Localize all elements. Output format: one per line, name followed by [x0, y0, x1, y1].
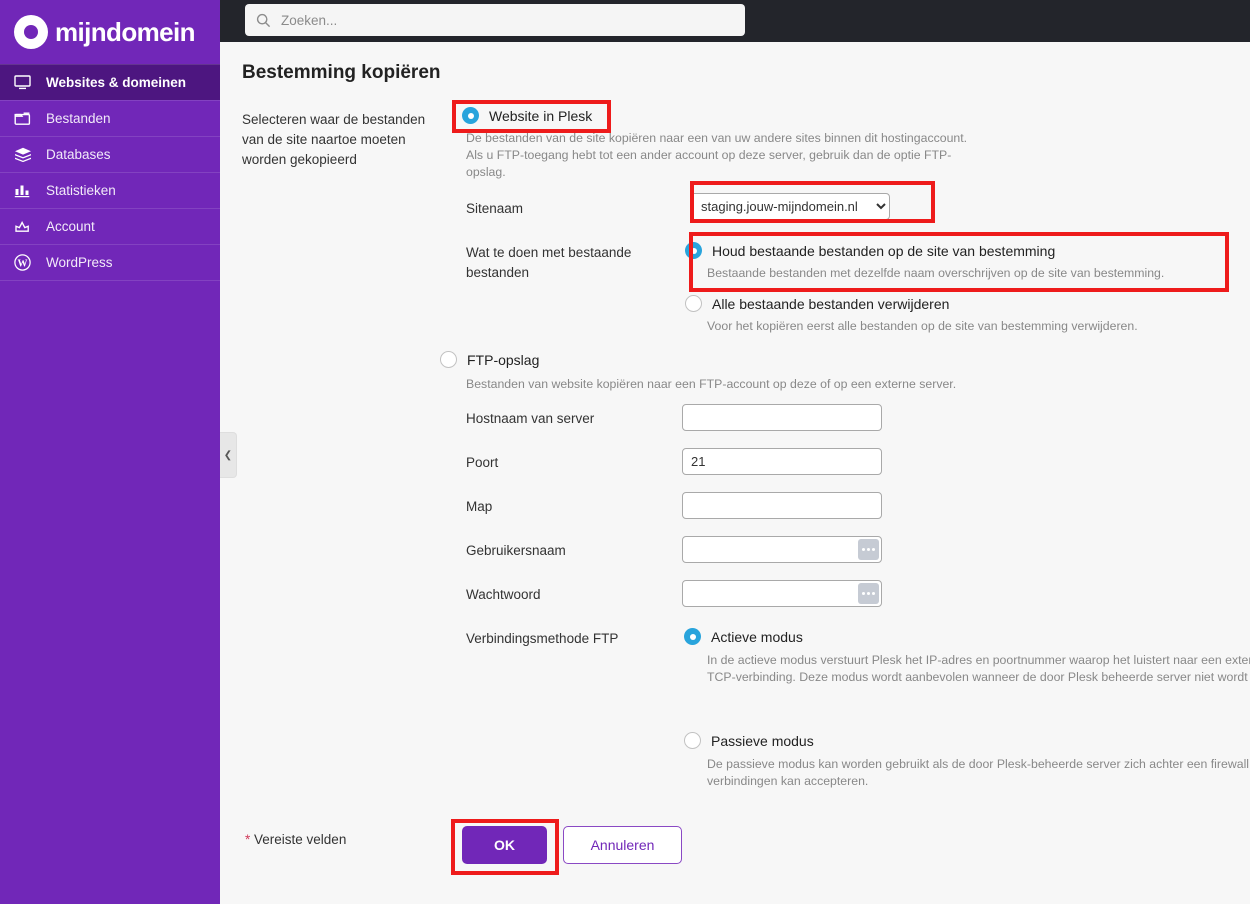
top-bar [220, 0, 1250, 42]
ok-button[interactable]: OK [462, 826, 547, 864]
sitename-label: Sitenaam [466, 199, 523, 219]
sidebar-item-wordpress[interactable]: W WordPress [0, 244, 220, 280]
required-fields-label: Vereiste velden [250, 832, 346, 847]
sidebar-item-account[interactable]: Account [0, 208, 220, 244]
bar-chart-icon [14, 182, 36, 200]
sidebar-collapse-handle[interactable]: ❮ [220, 432, 237, 478]
ftp-port-label: Poort [466, 453, 498, 473]
ftp-username-label: Gebruikersnaam [466, 541, 566, 561]
sidebar-item-label: Databases [46, 147, 111, 162]
ftp-active-mode-help: In de actieve modus verstuurt Plesk het … [707, 652, 1250, 686]
ftp-passive-mode-radio[interactable] [684, 732, 701, 749]
sidebar-divider [0, 280, 220, 281]
keep-existing-files-label: Houd bestaande bestanden op de site van … [712, 243, 1055, 259]
sidebar-item-bestanden[interactable]: Bestanden [0, 100, 220, 136]
website-in-plesk-label: Website in Plesk [489, 108, 592, 124]
main-content: Bestemming kopiëren Selecteren waar de b… [220, 42, 1250, 904]
ftp-port-input[interactable] [682, 448, 882, 475]
sidebar-item-label: Statistieken [46, 183, 116, 198]
ftp-passive-mode-option[interactable]: Passieve modus [684, 732, 814, 749]
required-fields-note: * Vereiste velden [245, 832, 346, 847]
cancel-button[interactable]: Annuleren [563, 826, 682, 864]
search-input[interactable] [279, 12, 709, 29]
ftp-active-mode-option[interactable]: Actieve modus [684, 628, 803, 645]
sidebar-item-websites-domeinen[interactable]: Websites & domeinen [0, 64, 220, 100]
sidebar-item-label: Account [46, 219, 95, 234]
ftp-host-input[interactable] [682, 404, 882, 431]
sidebar-item-label: WordPress [46, 255, 113, 270]
ftp-storage-label: FTP-opslag [467, 352, 539, 368]
ftp-password-autofill-button[interactable] [858, 583, 879, 604]
ftp-active-mode-radio[interactable] [684, 628, 701, 645]
delete-existing-files-radio[interactable] [685, 295, 702, 312]
ftp-storage-help: Bestanden van website kopiëren naar een … [466, 376, 1226, 393]
ftp-folder-label: Map [466, 497, 492, 517]
delete-existing-files-label: Alle bestaande bestanden verwijderen [712, 296, 949, 312]
ftp-folder-input[interactable] [682, 492, 882, 519]
ftp-storage-radio[interactable] [440, 351, 457, 368]
delete-existing-files-option[interactable]: Alle bestaande bestanden verwijderen [685, 295, 949, 312]
chevron-left-icon: ❮ [224, 450, 232, 461]
ftp-password-input[interactable] [682, 580, 882, 607]
wordpress-icon: W [14, 254, 36, 272]
ftp-passive-mode-help: De passieve modus kan worden gebruikt al… [707, 756, 1250, 790]
search-icon [256, 13, 271, 28]
sitename-select[interactable]: staging.jouw-mijndomein.nl [690, 193, 890, 220]
existing-files-label: Wat te doen met bestaande bestanden [466, 243, 666, 283]
monitor-icon [14, 74, 36, 92]
sidebar: mijndomein Websites & domeinen Bestanden [0, 0, 220, 904]
ftp-password-label: Wachtwoord [466, 585, 541, 605]
destination-intro-label: Selecteren waar de bestanden van de site… [242, 110, 447, 170]
crown-icon [14, 218, 36, 236]
ftp-passive-mode-label: Passieve modus [711, 733, 814, 749]
sidebar-item-statistieken[interactable]: Statistieken [0, 172, 220, 208]
brand-logo[interactable]: mijndomein [0, 0, 220, 64]
folder-icon [14, 110, 36, 128]
ftp-active-mode-label: Actieve modus [711, 629, 803, 645]
website-in-plesk-option[interactable]: Website in Plesk [462, 107, 592, 124]
sidebar-item-label: Websites & domeinen [46, 75, 186, 90]
ftp-mode-label: Verbindingsmethode FTP [466, 629, 666, 649]
ftp-username-autofill-button[interactable] [858, 539, 879, 560]
page-title: Bestemming kopiëren [242, 62, 441, 84]
website-in-plesk-radio[interactable] [462, 107, 479, 124]
sidebar-item-databases[interactable]: Databases [0, 136, 220, 172]
ftp-username-input[interactable] [682, 536, 882, 563]
ftp-host-label: Hostnaam van server [466, 409, 594, 429]
svg-text:W: W [18, 258, 28, 269]
ftp-storage-option[interactable]: FTP-opslag [440, 351, 539, 368]
database-stack-icon [14, 146, 36, 164]
keep-existing-files-radio[interactable] [685, 242, 702, 259]
brand-name: mijndomein [55, 17, 195, 48]
search-box[interactable] [245, 4, 745, 36]
sidebar-item-label: Bestanden [46, 111, 111, 126]
keep-existing-files-help: Bestaande bestanden met dezelfde naam ov… [707, 265, 1250, 282]
keep-existing-files-option[interactable]: Houd bestaande bestanden op de site van … [685, 242, 1055, 259]
delete-existing-files-help: Voor het kopiëren eerst alle bestanden o… [707, 318, 1250, 335]
mijndomein-ring-logo-icon [14, 15, 48, 49]
website-in-plesk-help: De bestanden van de site kopiëren naar e… [466, 130, 978, 181]
